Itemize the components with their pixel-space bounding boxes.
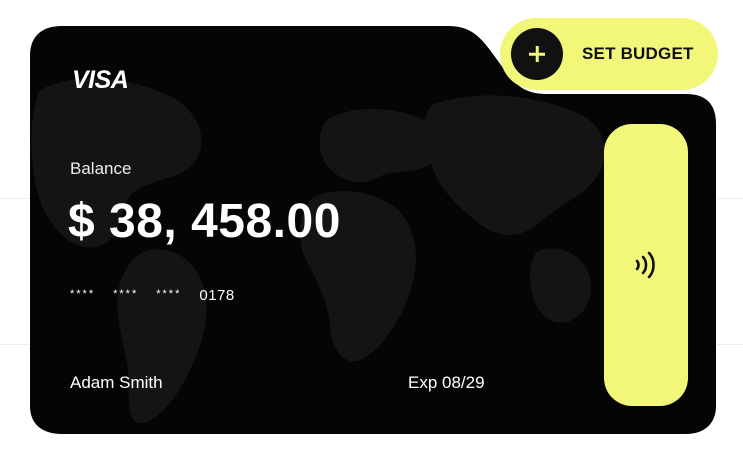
plus-icon	[511, 28, 563, 80]
contactless-pay-button[interactable]	[604, 124, 688, 406]
visa-logo: VISA	[72, 66, 129, 94]
card-number-mask: ****	[156, 287, 182, 300]
set-budget-label: SET BUDGET	[582, 44, 694, 63]
cardholder-name: Adam Smith	[70, 373, 163, 392]
card-number-mask: ****	[113, 287, 139, 300]
card-number-last4: 0178	[199, 287, 235, 304]
card-number-mask: ****	[70, 287, 96, 300]
set-budget-button[interactable]: SET BUDGET	[500, 18, 718, 90]
card-expiry: Exp 08/29	[408, 373, 485, 392]
card-number: **** **** **** 0178	[70, 287, 235, 304]
contactless-icon	[635, 251, 655, 279]
screen: VISA Balance $ 38, 458.00 **** **** ****…	[0, 0, 743, 451]
balance-amount: $ 38, 458.00	[68, 195, 341, 248]
balance-label: Balance	[70, 159, 132, 178]
